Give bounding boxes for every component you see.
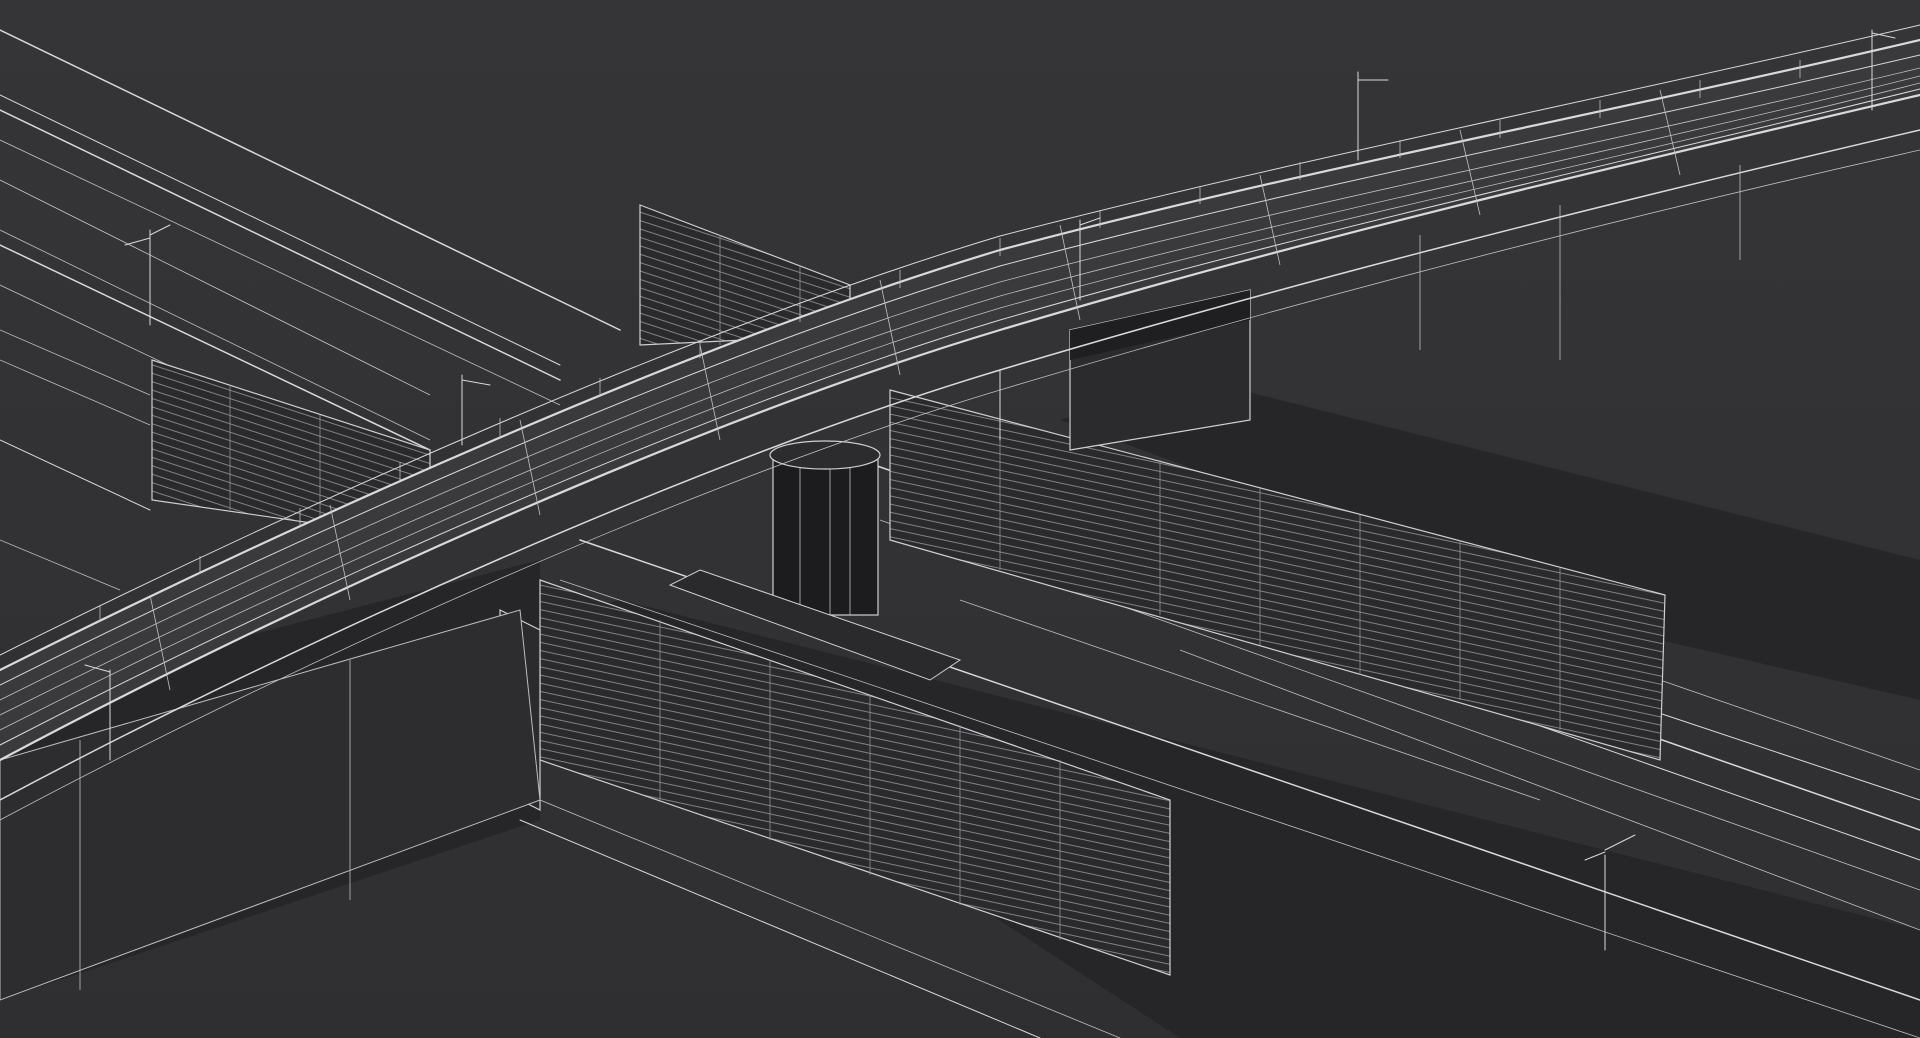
overpass-wireframe-render <box>0 0 1920 1038</box>
